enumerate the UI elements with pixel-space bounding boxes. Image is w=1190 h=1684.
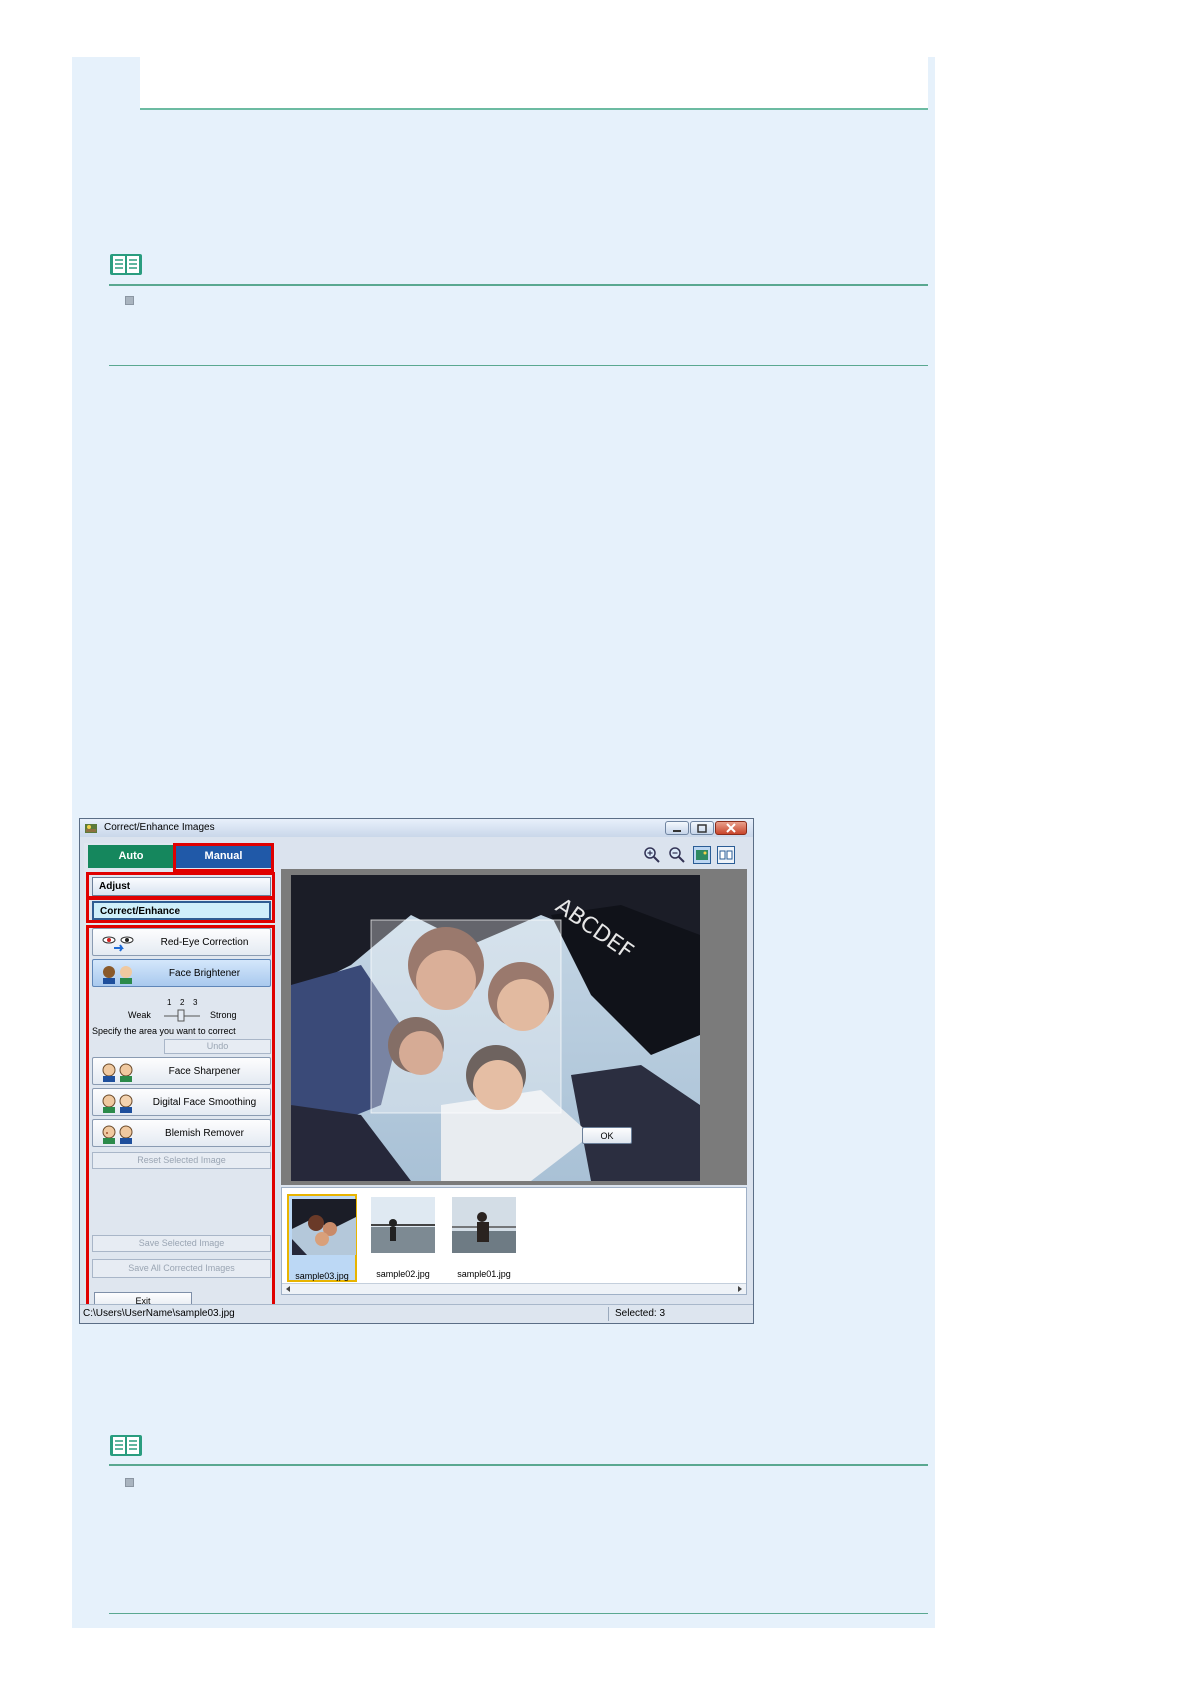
thumbnail-image — [452, 1197, 516, 1253]
horizontal-scrollbar[interactable] — [282, 1283, 746, 1294]
slider-strong-label: Strong — [210, 1010, 237, 1020]
blemish-remover-icon — [102, 1125, 133, 1144]
note-block-2 — [109, 1432, 928, 1616]
thumbnail-caption: sample03.jpg — [295, 1271, 349, 1281]
preview-photo: ABCDEF — [291, 875, 700, 1181]
slider-tick-2: 2 — [180, 998, 185, 1007]
undo-button[interactable]: Undo — [164, 1039, 271, 1054]
status-file-path: C:\Users\UserName\sample03.jpg — [83, 1308, 235, 1319]
preview-area[interactable]: ABCDEF OK — [281, 869, 747, 1185]
slider-tick-1: 1 — [167, 998, 172, 1007]
blemish-remover-label: Blemish Remover — [165, 1128, 244, 1139]
face-brightener-icon — [103, 966, 132, 984]
correct-enhance-window: Correct/Enhance Images Auto Manual Adjus… — [79, 818, 754, 1324]
note-block-1 — [109, 251, 928, 367]
reset-selected-image-button[interactable]: Reset Selected Image — [92, 1152, 271, 1169]
ok-button[interactable]: OK — [582, 1127, 632, 1144]
left-pane: Auto Manual Adjust Correct/Enhance Red-E… — [84, 843, 275, 1319]
whole-image-view-icon[interactable] — [693, 846, 711, 864]
status-divider — [608, 1307, 609, 1321]
minimize-icon — [673, 830, 681, 832]
thumbnail-caption: sample02.jpg — [376, 1269, 430, 1279]
window-title: Correct/Enhance Images — [104, 822, 215, 833]
face-brightener-button[interactable]: Face Brightener — [92, 959, 271, 987]
area-hint-text: Specify the area you want to correct — [92, 1026, 236, 1036]
note-rule-top — [109, 1464, 928, 1466]
thumbnail-sample01[interactable]: sample01.jpg — [449, 1194, 519, 1282]
note-book-icon — [110, 254, 142, 275]
status-selected-count: Selected: 3 — [615, 1308, 666, 1319]
face-brightener-label: Face Brightener — [168, 968, 241, 979]
note-book-icon — [110, 1435, 142, 1456]
compare-view-icon[interactable] — [717, 846, 735, 864]
scroll-right-icon[interactable] — [736, 1285, 744, 1293]
title-bar: Correct/Enhance Images — [80, 819, 753, 837]
save-selected-image-button[interactable]: Save Selected Image — [92, 1235, 271, 1252]
thumbnail-sample03[interactable]: sample03.jpg — [287, 1194, 357, 1282]
zoom-in-icon[interactable] — [643, 846, 661, 864]
status-bar: C:\Users\UserName\sample03.jpg Selected:… — [80, 1304, 753, 1323]
zoom-out-icon[interactable] — [668, 846, 686, 864]
slider-weak-label: Weak — [128, 1010, 151, 1020]
blemish-remover-button[interactable]: Blemish Remover — [92, 1119, 271, 1147]
face-sharpener-icon — [102, 1063, 133, 1082]
red-eye-correction-button[interactable]: Red-Eye Correction — [92, 928, 271, 956]
note-rule-top — [109, 284, 928, 286]
minimize-button[interactable] — [665, 821, 689, 835]
face-sharpener-label: Face Sharpener — [168, 1066, 241, 1077]
thumbnail-strip: sample03.jpg sample02.jpg sample01.jpg — [281, 1187, 747, 1295]
save-all-corrected-images-button[interactable]: Save All Corrected Images — [92, 1259, 271, 1278]
highlight-adjust — [86, 872, 275, 899]
slider-track[interactable] — [162, 1008, 202, 1022]
tab-auto[interactable]: Auto — [88, 845, 174, 868]
thumbnail-image — [292, 1199, 356, 1255]
scroll-left-icon[interactable] — [284, 1285, 292, 1293]
digital-face-smoothing-button[interactable]: Digital Face Smoothing — [92, 1088, 271, 1116]
note-rule-bottom — [109, 1613, 928, 1614]
highlight-manual-tab — [173, 843, 274, 872]
digital-face-smoothing-label: Digital Face Smoothing — [152, 1097, 257, 1108]
face-smoothing-icon — [102, 1094, 133, 1113]
highlight-correct-enhance — [86, 897, 275, 923]
note-bullet — [125, 1478, 134, 1487]
thumbnail-image — [371, 1197, 435, 1253]
note-bullet — [125, 296, 134, 305]
face-sharpener-button[interactable]: Face Sharpener — [92, 1057, 271, 1085]
red-eye-icon — [102, 936, 134, 952]
red-eye-correction-label: Red-Eye Correction — [160, 937, 249, 948]
thumbnail-caption: sample01.jpg — [457, 1269, 511, 1279]
slider-tick-3: 3 — [193, 998, 198, 1007]
thumbnail-sample02[interactable]: sample02.jpg — [368, 1194, 438, 1282]
restore-icon — [697, 824, 707, 833]
note-rule-bottom — [109, 365, 928, 366]
close-icon — [726, 823, 736, 833]
app-icon — [85, 824, 97, 833]
close-button[interactable] — [715, 821, 747, 835]
maximize-button[interactable] — [690, 821, 714, 835]
header-box — [140, 57, 928, 110]
